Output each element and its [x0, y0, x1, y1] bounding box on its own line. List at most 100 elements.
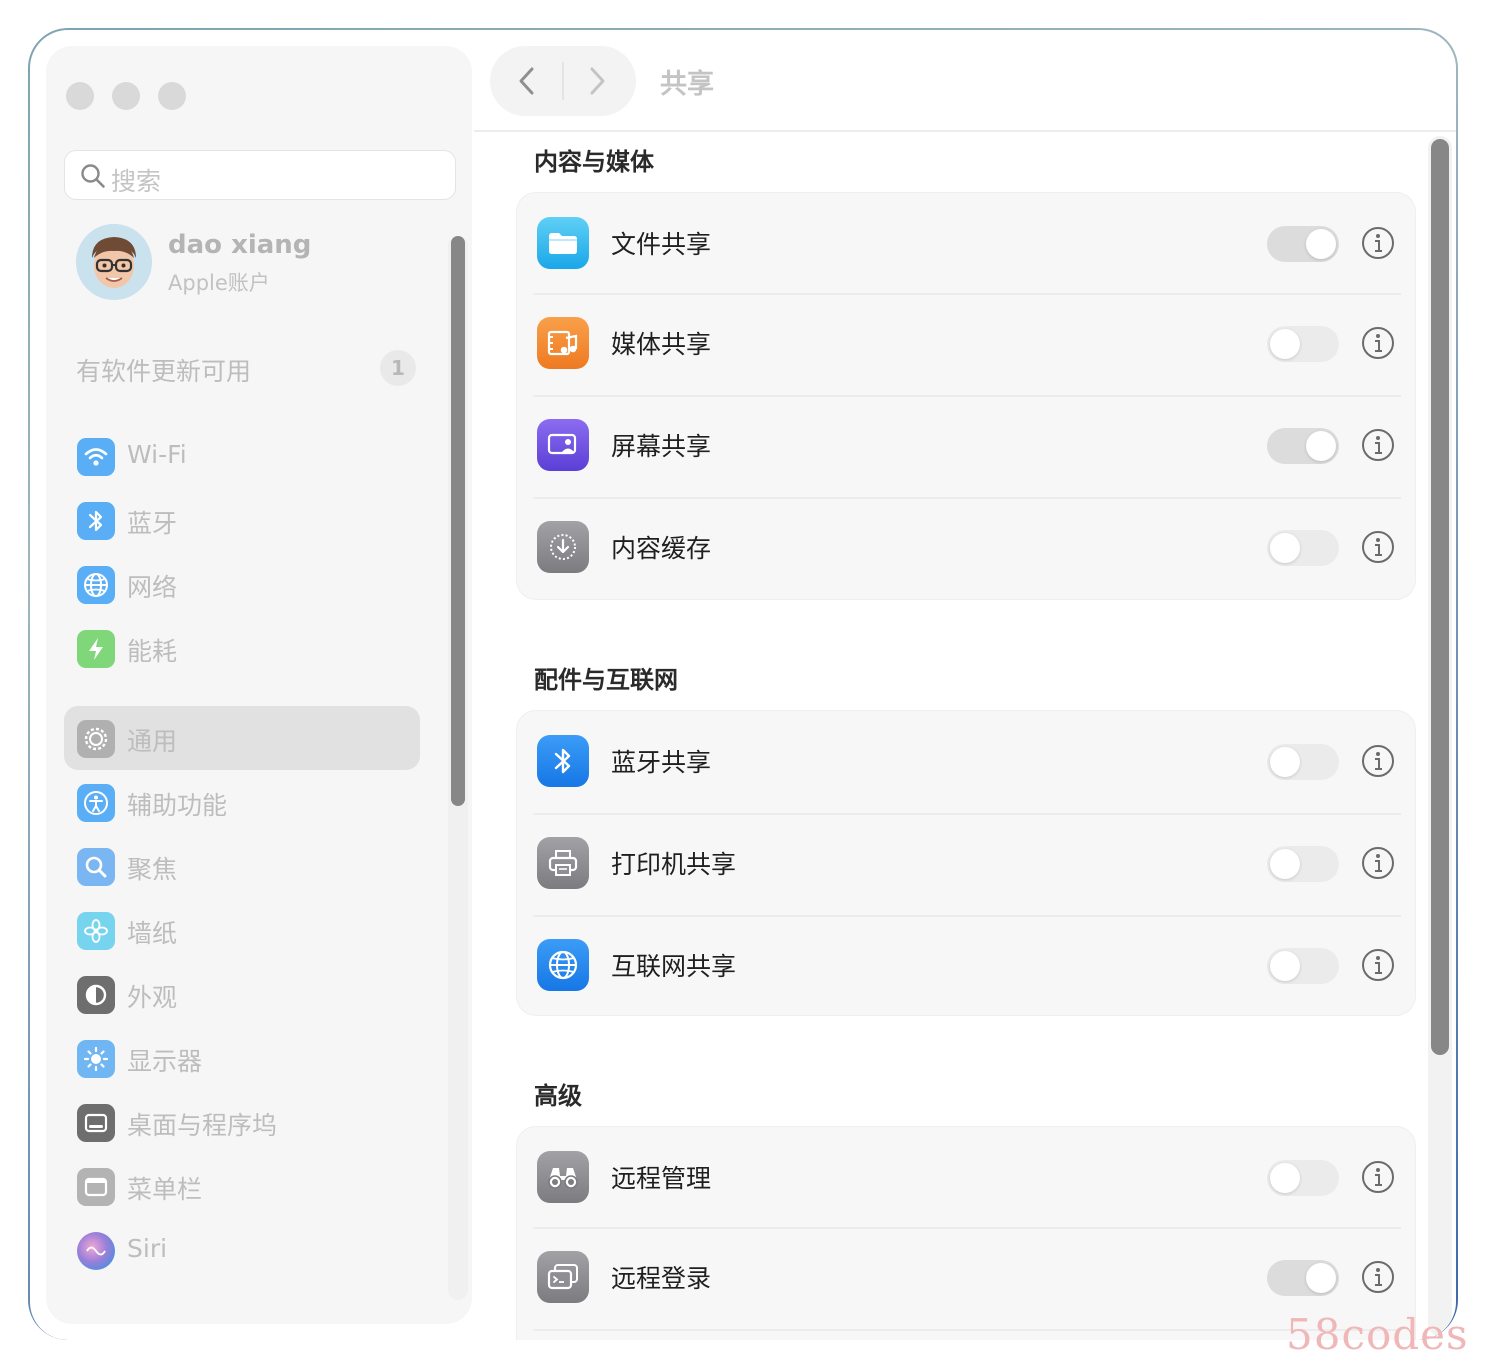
- account-name: dao xiang: [168, 230, 312, 260]
- row-partial-next: [517, 1329, 1417, 1340]
- gear-icon: [77, 720, 115, 758]
- info-icon[interactable]: [1361, 326, 1395, 360]
- row-media-sharing[interactable]: 媒体共享: [517, 293, 1417, 395]
- info-icon[interactable]: [1361, 1160, 1395, 1194]
- content-caching-toggle[interactable]: [1267, 530, 1339, 566]
- row-label: 文件共享: [611, 230, 712, 259]
- sidebar-item-label: 聚焦: [127, 855, 178, 884]
- info-icon[interactable]: [1361, 744, 1395, 778]
- row-screen-sharing[interactable]: 屏幕共享: [517, 395, 1417, 497]
- screen-sharing-toggle[interactable]: [1267, 428, 1339, 464]
- row-remote-login[interactable]: 远程登录: [517, 1227, 1417, 1329]
- search-placeholder: 搜索: [111, 167, 162, 196]
- screen-share-icon: [537, 419, 589, 471]
- sidebar-item-accessibility[interactable]: 辅助功能: [64, 770, 420, 834]
- close-window-button[interactable]: [66, 82, 94, 110]
- section-title-advanced: 高级: [534, 1082, 582, 1110]
- row-divider: [533, 1227, 1401, 1229]
- sidebar-item-siri[interactable]: Siri: [64, 1218, 420, 1282]
- row-label: 屏幕共享: [611, 432, 712, 461]
- software-update-item[interactable]: 有软件更新可用 1: [76, 350, 416, 386]
- row-label: 内容缓存: [611, 534, 712, 563]
- search-input[interactable]: 搜索: [64, 150, 456, 200]
- info-icon[interactable]: [1361, 530, 1395, 564]
- sidebar-item-label: Siri: [127, 1234, 168, 1263]
- row-divider: [533, 1329, 1401, 1331]
- sidebar-item-menu-bar[interactable]: 菜单栏: [64, 1154, 420, 1218]
- sidebar-item-network[interactable]: 网络: [64, 552, 420, 616]
- printer-sharing-toggle[interactable]: [1267, 846, 1339, 882]
- sidebar-scrollbar[interactable]: [448, 236, 468, 1300]
- zoom-window-button[interactable]: [158, 82, 186, 110]
- account-subtitle: Apple账户: [168, 271, 270, 295]
- accessibility-icon: [77, 784, 115, 822]
- update-label: 有软件更新可用: [76, 357, 252, 386]
- sidebar-item-energy[interactable]: 能耗: [64, 616, 420, 680]
- menubar-icon: [77, 1168, 115, 1206]
- navigation-buttons: [490, 46, 636, 116]
- row-divider: [533, 915, 1401, 917]
- sidebar: 搜索 dao xiang Apple账户 有软件更新可用 1 Wi-Fi 蓝牙 …: [46, 46, 472, 1324]
- sidebar-item-label: 显示器: [127, 1047, 203, 1076]
- row-divider: [533, 293, 1401, 295]
- sidebar-item-spotlight[interactable]: 聚焦: [64, 834, 420, 898]
- sidebar-item-label: 墙纸: [127, 919, 178, 948]
- minimize-window-button[interactable]: [112, 82, 140, 110]
- sidebar-item-bluetooth[interactable]: 蓝牙: [64, 488, 420, 552]
- row-printer-sharing[interactable]: 打印机共享: [517, 813, 1417, 915]
- back-chevron-icon[interactable]: [516, 66, 538, 96]
- watermark: 58codes: [1286, 1310, 1469, 1359]
- sidebar-item-desktop-dock[interactable]: 桌面与程序坞: [64, 1090, 420, 1154]
- sidebar-item-general[interactable]: 通用: [64, 706, 420, 770]
- sidebar-scrollbar-thumb[interactable]: [451, 236, 465, 806]
- sidebar-item-displays[interactable]: 显示器: [64, 1026, 420, 1090]
- memoji-avatar-icon: [76, 224, 152, 300]
- main-scrollbar-thumb[interactable]: [1431, 139, 1449, 1055]
- info-icon[interactable]: [1361, 948, 1395, 982]
- remote-management-toggle[interactable]: [1267, 1160, 1339, 1196]
- row-label: 远程登录: [611, 1264, 712, 1293]
- row-label: 互联网共享: [611, 952, 737, 981]
- sidebar-item-appearance[interactable]: 外观: [64, 962, 420, 1026]
- file-sharing-toggle[interactable]: [1267, 226, 1339, 262]
- sidebar-item-label: 辅助功能: [127, 791, 228, 820]
- info-icon[interactable]: [1361, 226, 1395, 260]
- row-file-sharing[interactable]: 文件共享: [517, 193, 1417, 295]
- main-scrollbar[interactable]: [1428, 136, 1452, 1336]
- remote-login-toggle[interactable]: [1267, 1260, 1339, 1296]
- section-title-accessories-internet: 配件与互联网: [534, 666, 678, 694]
- sidebar-item-wallpaper[interactable]: 墙纸: [64, 898, 420, 962]
- sidebar-item-label: Wi-Fi: [127, 440, 187, 469]
- media-icon: [537, 317, 589, 369]
- row-divider: [533, 497, 1401, 499]
- info-icon[interactable]: [1361, 846, 1395, 880]
- nav-separator: [562, 62, 564, 100]
- accessories-internet-group: 蓝牙共享 打印机共享 互联网共享: [516, 710, 1416, 1016]
- bluetooth-icon: [537, 735, 589, 787]
- download-icon: [537, 521, 589, 573]
- siri-icon: [77, 1232, 115, 1270]
- advanced-group: 远程管理 远程登录: [516, 1126, 1416, 1340]
- internet-sharing-toggle[interactable]: [1267, 948, 1339, 984]
- row-remote-management[interactable]: 远程管理: [517, 1127, 1417, 1229]
- sidebar-item-label: 桌面与程序坞: [127, 1111, 278, 1140]
- bluetooth-sharing-toggle[interactable]: [1267, 744, 1339, 780]
- row-content-caching[interactable]: 内容缓存: [517, 497, 1417, 599]
- info-icon[interactable]: [1361, 1260, 1395, 1294]
- row-label: 媒体共享: [611, 330, 712, 359]
- folder-icon: [537, 217, 589, 269]
- bolt-icon: [77, 630, 115, 668]
- row-divider: [533, 395, 1401, 397]
- globe-icon: [77, 566, 115, 604]
- info-icon[interactable]: [1361, 428, 1395, 462]
- forward-chevron-icon[interactable]: [586, 66, 608, 96]
- magnifier-icon: [77, 848, 115, 886]
- sidebar-item-label: 网络: [127, 573, 178, 602]
- row-internet-sharing[interactable]: 互联网共享: [517, 915, 1417, 1017]
- media-sharing-toggle[interactable]: [1267, 326, 1339, 362]
- update-count-badge: 1: [380, 350, 416, 386]
- row-bluetooth-sharing[interactable]: 蓝牙共享: [517, 711, 1417, 813]
- apple-account[interactable]: dao xiang Apple账户: [76, 224, 436, 304]
- bluetooth-icon: [77, 502, 115, 540]
- sidebar-item-wifi[interactable]: Wi-Fi: [64, 424, 420, 488]
